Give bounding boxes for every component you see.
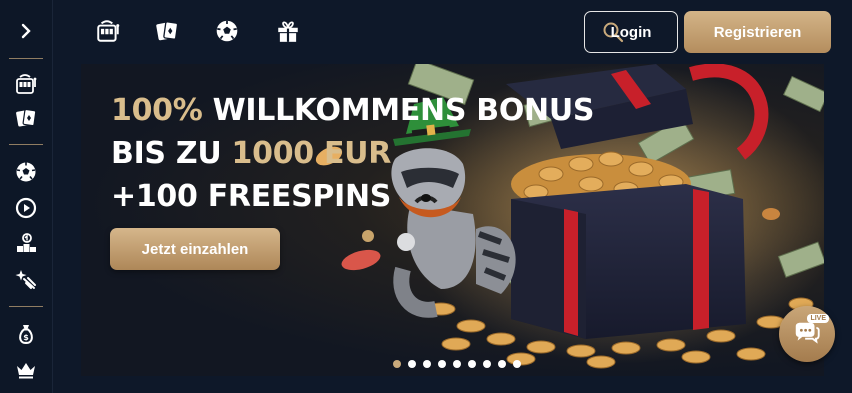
carousel-dots bbox=[393, 360, 521, 368]
carousel-dot[interactable] bbox=[393, 360, 401, 368]
sidebar-item-tournaments[interactable] bbox=[11, 228, 41, 258]
playing-cards-icon bbox=[156, 21, 179, 41]
slot-machine-icon bbox=[16, 74, 37, 94]
login-button[interactable]: Login bbox=[584, 11, 678, 53]
headline-line-2-text: BIS ZU bbox=[111, 136, 232, 171]
sidebar: $ bbox=[0, 0, 53, 393]
sidebar-item-bonus[interactable]: $ bbox=[11, 319, 41, 349]
live-chat-button[interactable]: LIVE bbox=[779, 306, 835, 362]
money-bag-icon: $ bbox=[19, 325, 33, 345]
chevron-right-icon bbox=[21, 23, 31, 39]
sidebar-divider bbox=[9, 144, 43, 145]
carousel-dot[interactable] bbox=[468, 360, 476, 368]
register-button[interactable]: Registrieren bbox=[684, 11, 831, 53]
carousel-dot[interactable] bbox=[513, 360, 521, 368]
headline-line-1-text: WILLKOMMENS BONUS bbox=[202, 93, 595, 128]
promo-banner[interactable]: 100% WILLKOMMENS BONUS BIS ZU 1000 EUR +… bbox=[81, 64, 824, 376]
top-category-sports[interactable] bbox=[212, 16, 242, 46]
top-bar: Login Registrieren bbox=[53, 0, 852, 64]
headline-line-2: BIS ZU 1000 EUR bbox=[111, 132, 594, 175]
sidebar-item-vip[interactable] bbox=[11, 355, 41, 385]
svg-text:$: $ bbox=[23, 333, 29, 342]
gift-icon bbox=[278, 21, 298, 42]
headline-line-3: +100 FREESPINS bbox=[111, 179, 392, 214]
sidebar-divider bbox=[9, 58, 43, 59]
top-category-slots[interactable] bbox=[93, 16, 123, 46]
carousel-dot[interactable] bbox=[483, 360, 491, 368]
live-badge: LIVE bbox=[807, 314, 829, 323]
top-category-casino[interactable] bbox=[152, 16, 182, 46]
carousel-dot[interactable] bbox=[453, 360, 461, 368]
headline-line-1: 100% WILLKOMMENS BONUS bbox=[111, 89, 595, 132]
top-category-promotions[interactable] bbox=[273, 16, 303, 46]
carousel-dot[interactable] bbox=[498, 360, 506, 368]
podium-icon bbox=[17, 233, 36, 252]
play-circle-icon bbox=[15, 197, 37, 219]
sidebar-item-live[interactable] bbox=[11, 193, 41, 223]
playing-cards-icon bbox=[16, 108, 37, 127]
headline-highlight-percent: 100% bbox=[111, 93, 203, 128]
sidebar-item-slots[interactable] bbox=[11, 69, 41, 99]
carousel-dot[interactable] bbox=[423, 360, 431, 368]
sidebar-expand-button[interactable] bbox=[14, 17, 38, 45]
deposit-now-button[interactable]: Jetzt einzahlen bbox=[110, 228, 280, 270]
banner-headline: 100% WILLKOMMENS BONUS BIS ZU 1000 EUR +… bbox=[111, 89, 595, 218]
sidebar-divider bbox=[9, 306, 43, 307]
soccer-ball-icon bbox=[216, 20, 238, 42]
headline-highlight-amount: 1000 EUR bbox=[231, 136, 392, 171]
crown-icon bbox=[17, 363, 35, 379]
slot-machine-icon bbox=[97, 20, 120, 42]
carousel-dot[interactable] bbox=[438, 360, 446, 368]
sidebar-item-sports[interactable] bbox=[11, 157, 41, 187]
soccer-ball-icon bbox=[16, 162, 36, 182]
chat-bubbles-icon bbox=[795, 322, 820, 344]
sparkle-sport-icon bbox=[15, 270, 36, 289]
carousel-dot[interactable] bbox=[408, 360, 416, 368]
sidebar-item-casino[interactable] bbox=[11, 103, 41, 133]
sidebar-item-virtual[interactable] bbox=[11, 264, 41, 294]
